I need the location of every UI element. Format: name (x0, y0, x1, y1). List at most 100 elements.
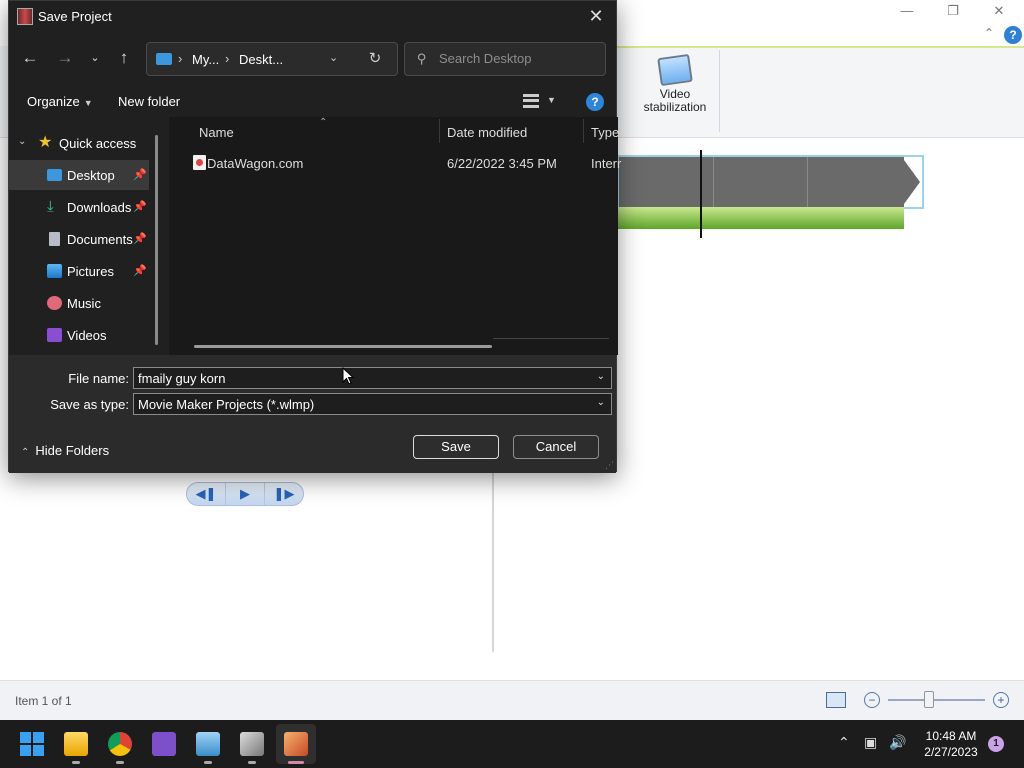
help-icon[interactable]: ? (586, 93, 604, 111)
remote-desktop-icon (196, 732, 220, 756)
taskbar-paint[interactable] (232, 724, 272, 764)
playback-controls: ◀❚ ▶ ❚▶ (186, 482, 304, 506)
close-button[interactable]: ✕ (976, 0, 1022, 24)
caret-down-icon[interactable]: ▼ (547, 95, 556, 105)
taskbar-chrome[interactable] (100, 724, 140, 764)
chevron-down-icon[interactable]: ⌄ (18, 136, 26, 147)
caret-down-icon: ▼ (83, 98, 93, 108)
pin-icon[interactable]: 📌 (133, 168, 147, 181)
taskbar-file-explorer[interactable] (56, 724, 96, 764)
play-button[interactable]: ▶ (226, 483, 265, 505)
file-type-cell: Interr (591, 156, 622, 171)
column-header-name[interactable]: Name (199, 125, 234, 140)
file-name-label: File name: (68, 371, 129, 386)
sidebar-item-label: Videos (67, 328, 107, 343)
sidebar-item-pictures[interactable]: Pictures 📌 (9, 256, 149, 286)
table-row[interactable]: DataWagon.com 6/22/2022 3:45 PM Interr (169, 149, 622, 177)
save-button[interactable]: Save (413, 435, 499, 459)
internet-shortcut-icon (193, 155, 206, 170)
navigation-pane: ⌄ ★ Quick access Desktop 📌 ⤓ Downloads 📌… (9, 127, 169, 353)
clock-time[interactable]: 10:48 AM (916, 729, 986, 743)
minimize-button[interactable]: — (884, 0, 930, 24)
column-divider[interactable] (583, 119, 584, 143)
up-button[interactable]: ↑ (111, 47, 137, 71)
column-divider[interactable] (439, 119, 440, 143)
zoom-slider-thumb[interactable] (924, 691, 934, 708)
taskbar-visual-studio[interactable] (144, 724, 184, 764)
taskbar-remote-desktop[interactable] (188, 724, 228, 764)
cancel-button[interactable]: Cancel (513, 435, 599, 459)
close-button[interactable]: ✕ (582, 5, 610, 29)
back-button[interactable]: ← (17, 47, 43, 71)
hide-folders-button[interactable]: ⌃ Hide Folders (21, 443, 109, 458)
view-options-icon[interactable] (523, 94, 539, 108)
horizontal-scrollbar[interactable] (194, 345, 492, 348)
clock-date[interactable]: 2/27/2023 (916, 745, 986, 759)
save-as-type-label: Save as type: (50, 397, 129, 412)
sidebar-item-documents[interactable]: Documents 📌 (9, 224, 149, 254)
save-as-type-select[interactable]: Movie Maker Projects (*.wlmp) ⌄ (133, 393, 612, 415)
start-button[interactable] (12, 724, 52, 764)
star-icon: ★ (38, 134, 53, 151)
chevron-down-icon[interactable]: ⌄ (597, 397, 605, 408)
show-hidden-icons-icon[interactable]: ⌃ (838, 734, 850, 751)
recent-locations-button[interactable]: ⌄ (82, 47, 108, 71)
taskbar-movie-maker[interactable] (276, 724, 316, 764)
sidebar-item-videos[interactable]: Videos (9, 320, 149, 350)
sidebar-item-desktop[interactable]: Desktop 📌 (9, 160, 149, 190)
file-name-field[interactable]: ⌄ (133, 367, 612, 389)
start-icon (20, 732, 44, 756)
pin-icon[interactable]: 📌 (133, 232, 147, 245)
file-explorer-icon (64, 732, 88, 756)
audio-track[interactable] (617, 207, 904, 229)
chevron-down-icon[interactable]: ⌄ (329, 51, 338, 64)
chevron-down-icon[interactable]: ⌄ (597, 371, 605, 382)
pin-icon[interactable]: 📌 (133, 264, 147, 277)
sidebar-item-music[interactable]: Music (9, 288, 149, 318)
help-icon[interactable]: ? (1004, 26, 1022, 44)
search-box[interactable]: ⚲ (404, 42, 606, 76)
preview-divider[interactable] (492, 472, 494, 652)
maximize-button[interactable]: ❐ (930, 0, 976, 24)
address-bar[interactable]: › My... › Deskt... ⌄ ↻ (146, 42, 398, 76)
navigation-scrollbar[interactable] (155, 135, 158, 345)
pin-icon[interactable]: 📌 (133, 200, 147, 213)
organize-label: Organize (27, 94, 80, 109)
volume-icon[interactable]: 🔊 (889, 734, 906, 751)
breadcrumb-segment[interactable]: My... (192, 52, 219, 67)
file-name-input[interactable] (138, 371, 578, 386)
new-folder-button[interactable]: New folder (118, 94, 180, 109)
save-as-type-value: Movie Maker Projects (*.wlmp) (138, 397, 315, 412)
search-input[interactable] (439, 51, 599, 66)
sidebar-item-downloads[interactable]: ⤓ Downloads 📌 (9, 192, 149, 222)
document-icon (49, 232, 60, 246)
search-icon: ⚲ (417, 51, 427, 66)
organize-button[interactable]: Organize ▼ (27, 94, 93, 109)
navigation-bar: ← → ⌄ ↑ › My... › Deskt... ⌄ ↻ ⚲ (9, 39, 616, 79)
resize-grip-icon[interactable]: ⋰ (605, 460, 614, 471)
monitor-icon[interactable] (826, 692, 846, 708)
sidebar-item-quick-access[interactable]: ⌄ ★ Quick access (9, 128, 149, 158)
ribbon-accent (617, 46, 1024, 48)
previous-frame-button[interactable]: ◀❚ (187, 483, 226, 505)
column-header-type[interactable]: Type (591, 125, 619, 140)
notification-badge[interactable]: 1 (988, 736, 1004, 752)
forward-button[interactable]: → (52, 47, 78, 71)
next-frame-button[interactable]: ❚▶ (265, 483, 303, 505)
refresh-icon[interactable]: ↻ (366, 50, 384, 68)
clip-selection (617, 155, 924, 209)
zoom-out-button[interactable]: − (864, 692, 880, 708)
dialog-title-bar[interactable]: Save Project ✕ (9, 1, 616, 33)
sidebar-item-label: Downloads (67, 200, 132, 215)
zoom-slider[interactable] (888, 699, 985, 701)
sidebar-item-label: Documents (67, 232, 133, 247)
network-icon[interactable]: ▣ (864, 734, 877, 751)
download-icon: ⤓ (47, 198, 54, 215)
playhead[interactable] (700, 150, 702, 238)
file-name-cell: DataWagon.com (207, 156, 304, 171)
zoom-in-button[interactable]: + (993, 692, 1009, 708)
video-stabilization-button[interactable]: Video stabilization (636, 53, 714, 114)
collapse-ribbon-icon[interactable]: ⌃ (984, 26, 994, 40)
column-header-date-modified[interactable]: Date modified (447, 125, 527, 140)
breadcrumb-segment[interactable]: Deskt... (239, 52, 283, 67)
